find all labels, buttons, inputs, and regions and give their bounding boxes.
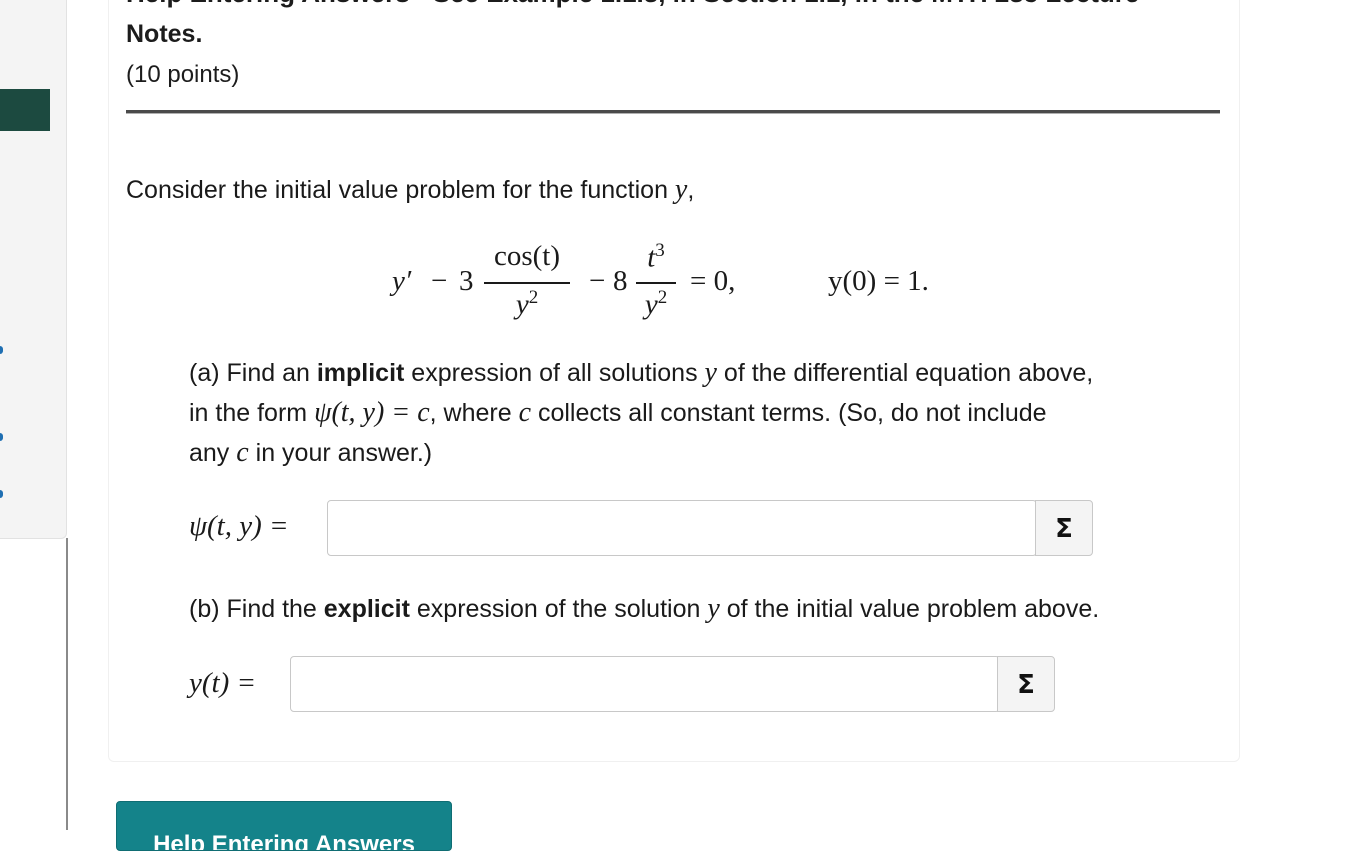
sidebar-divider bbox=[66, 538, 68, 830]
part-b-text: (b) Find the explicit expression of the … bbox=[189, 593, 1100, 624]
equation-editor-a-button[interactable]: Σ bbox=[1035, 500, 1093, 556]
points-label: (10 points) bbox=[126, 61, 240, 88]
equals-zero: = 0, bbox=[690, 265, 736, 297]
answer-a-input[interactable] bbox=[327, 500, 1037, 556]
left-sidebar bbox=[0, 0, 67, 539]
fraction-t3-over-y2: t3 y2 bbox=[636, 232, 676, 332]
y-prime: y′ bbox=[392, 265, 412, 297]
answer-a-label: ψ(t, y) = bbox=[189, 510, 289, 542]
answer-b-input[interactable] bbox=[290, 656, 1000, 712]
divider bbox=[126, 110, 1220, 114]
problem-title-clipped: Help Entering Answers - See Example 1.1.… bbox=[126, 0, 1139, 9]
sidebar-indicator bbox=[0, 346, 3, 354]
initial-condition: y(0) = 1. bbox=[828, 265, 929, 297]
part-a-text: (a) Find an implicit expression of all s… bbox=[189, 357, 1094, 468]
sidebar-active-tab[interactable] bbox=[0, 89, 50, 131]
answer-b-label: y(t) = bbox=[189, 667, 257, 699]
help-entering-answers-button[interactable]: Help Entering Answers bbox=[116, 801, 452, 851]
equation-editor-b-button[interactable]: Σ bbox=[997, 656, 1055, 712]
notes-label: Notes. bbox=[126, 20, 203, 48]
fraction-cos-t-over-y2: cos(t) y2 bbox=[484, 232, 570, 332]
problem-intro: Consider the initial value problem for t… bbox=[126, 174, 695, 205]
sidebar-indicator bbox=[0, 433, 3, 441]
sidebar-indicator bbox=[0, 490, 3, 498]
